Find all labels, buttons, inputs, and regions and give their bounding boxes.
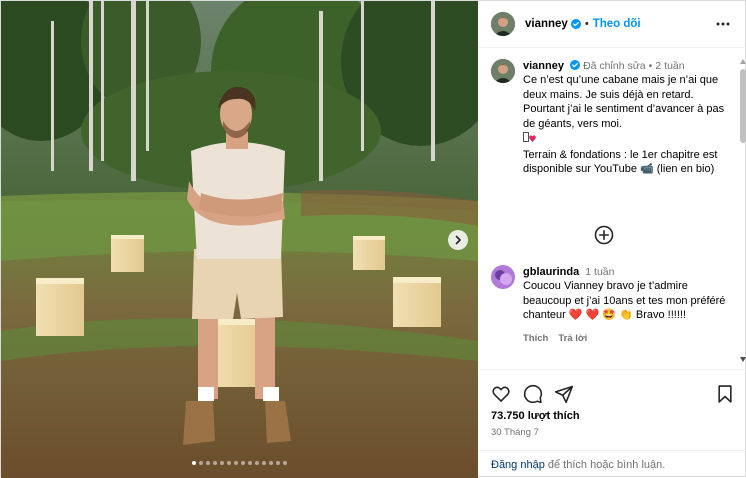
- comment-username[interactable]: gblaurinda: [523, 266, 579, 278]
- caption-text-part1: Ce n’est qu’une cabane mais je n’ai que …: [523, 74, 725, 130]
- caption-text-part2: Terrain & fondations : le 1er chapitre e…: [523, 148, 718, 176]
- comment-reply-button[interactable]: Trả lời: [558, 333, 587, 344]
- carousel-dot: [199, 461, 203, 465]
- instagram-post-modal: vianney • Theo dõi vianney Đã chỉnh sửa …: [0, 0, 746, 478]
- carousel-dot: [206, 461, 210, 465]
- caption-meta: vianney Đã chỉnh sửa • 2 tuần: [523, 59, 733, 73]
- comment-meta: gblaurinda 1 tuần: [523, 265, 733, 279]
- post-date[interactable]: 30 Tháng 7: [491, 427, 539, 438]
- carousel-dot: [241, 461, 245, 465]
- comment-icon: [523, 384, 543, 404]
- save-button[interactable]: [715, 384, 735, 404]
- carousel-indicator: [1, 461, 478, 465]
- carousel-dot: [276, 461, 280, 465]
- foundation-block: [111, 235, 144, 272]
- photo-scene: [1, 1, 478, 478]
- more-options-icon: [716, 22, 730, 26]
- post-sidebar: vianney • Theo dõi vianney Đã chỉnh sửa …: [479, 1, 746, 478]
- comment-body: gblaurinda 1 tuần Coucou Vianney bravo j…: [523, 265, 733, 344]
- foundation-block: [393, 277, 441, 327]
- like-count[interactable]: 73.750 lượt thích: [491, 410, 580, 422]
- login-prompt-text: để thích hoặc bình luận.: [544, 459, 666, 471]
- comment-text: Coucou Vianney bravo je t’admire beaucou…: [523, 280, 726, 321]
- username-link[interactable]: vianney: [525, 18, 568, 30]
- load-more-comments-button[interactable]: [593, 224, 615, 246]
- caption-body: vianney Đã chỉnh sửa • 2 tuần Ce n’est q…: [523, 59, 733, 177]
- separator: •: [584, 18, 589, 30]
- scroll-thumb[interactable]: [740, 69, 746, 143]
- post-actions: 73.750 lượt thích 30 Tháng 7 Đăng nhập đ…: [479, 369, 746, 478]
- next-slide-button[interactable]: [448, 230, 468, 250]
- carousel-dot: [262, 461, 266, 465]
- carousel-dot: [220, 461, 224, 465]
- comment-like-button[interactable]: Thích: [523, 333, 548, 344]
- carousel-dot: [248, 461, 252, 465]
- hands-heart-icon: [523, 132, 536, 148]
- more-options-button[interactable]: [715, 16, 731, 32]
- comments-scrollbar[interactable]: [737, 57, 746, 367]
- share-icon: [554, 385, 574, 404]
- heart-icon: [492, 386, 510, 402]
- follow-button[interactable]: Theo dõi: [593, 18, 641, 30]
- carousel-dot: [283, 461, 287, 465]
- foundation-block: [36, 278, 84, 336]
- share-button[interactable]: [554, 384, 574, 404]
- comment-time[interactable]: 1 tuần: [585, 266, 614, 278]
- login-prompt: Đăng nhập để thích hoặc bình luận.: [479, 450, 746, 471]
- separator: •: [648, 60, 653, 72]
- caption-time[interactable]: 2 tuần: [655, 60, 684, 72]
- plus-circle-icon: [594, 225, 614, 245]
- comment-button[interactable]: [523, 384, 543, 404]
- carousel-dot: [234, 461, 238, 465]
- login-link[interactable]: Đăng nhập: [491, 459, 545, 471]
- carousel-dot: [255, 461, 259, 465]
- comments-section: vianney Đã chỉnh sửa • 2 tuần Ce n’est q…: [479, 49, 739, 369]
- avatar[interactable]: [491, 12, 515, 36]
- verified-badge-icon: [570, 19, 581, 29]
- scroll-down-arrow-icon[interactable]: [740, 357, 746, 362]
- chevron-right-icon: [455, 235, 461, 245]
- carousel-dot: [192, 461, 196, 465]
- carousel-dot: [269, 461, 273, 465]
- foundation-block: [353, 236, 385, 270]
- foundation-block: [213, 319, 261, 387]
- post-header: vianney • Theo dõi: [479, 1, 746, 48]
- scroll-up-arrow-icon[interactable]: [740, 59, 746, 64]
- carousel-dot: [227, 461, 231, 465]
- avatar[interactable]: [491, 59, 515, 83]
- action-icons-row: [491, 384, 735, 404]
- like-button[interactable]: [491, 384, 511, 404]
- comment-actions: Thích Trả lời: [523, 333, 733, 344]
- carousel-dot: [213, 461, 217, 465]
- caption-username[interactable]: vianney: [523, 60, 564, 72]
- post-photo: [1, 1, 478, 478]
- avatar[interactable]: [491, 265, 515, 289]
- caption-text: Ce n’est qu’une cabane mais je n’ai que …: [523, 73, 733, 177]
- edited-label: Đã chỉnh sửa: [583, 60, 646, 72]
- bookmark-icon: [718, 385, 732, 403]
- verified-badge-icon: [570, 60, 581, 70]
